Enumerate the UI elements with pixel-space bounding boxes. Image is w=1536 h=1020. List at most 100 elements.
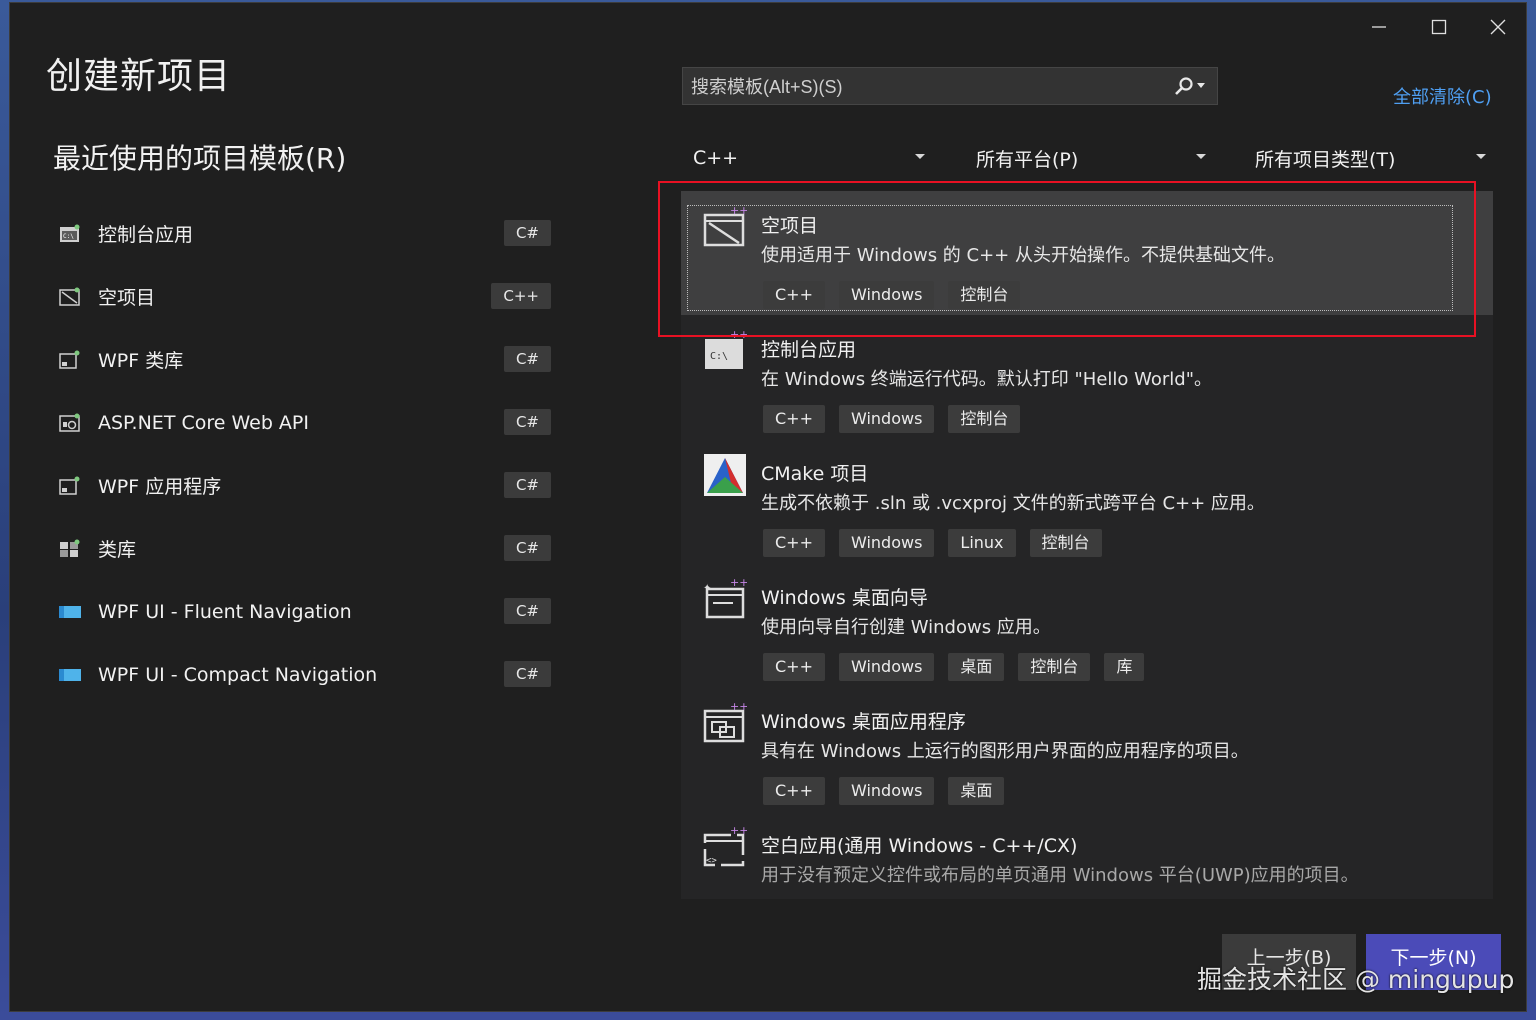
template-tags: C++ Windows Linux 控制台 [763, 529, 1102, 557]
tag: Linux [948, 529, 1016, 557]
language-filter-dropdown[interactable]: C++ [693, 143, 925, 173]
template-item[interactable]: C:\ ++ 控制台应用 在 Windows 终端运行代码。默认打印 "Hello… [681, 315, 1493, 439]
tag: C++ [763, 405, 825, 433]
next-button[interactable]: 下一步(N) [1366, 934, 1501, 990]
language-badge: C# [503, 598, 551, 624]
page-title: 创建新项目 [46, 56, 232, 97]
project-type-filter-value: 所有项目类型(T) [1255, 148, 1396, 171]
language-badge: C++ [491, 283, 551, 309]
tag: Windows [838, 529, 935, 557]
recent-templates-title: 最近使用的项目模板(R) [53, 142, 347, 175]
language-badge: C# [503, 535, 551, 561]
recent-item[interactable]: 空项目 C++ [54, 265, 554, 328]
recent-item[interactable]: 类库 C# [54, 517, 554, 580]
create-project-dialog: 创建新项目 最近使用的项目模板(R) C:\ 控制台应用 C# 空项目 C++ … [9, 2, 1527, 1012]
svg-text:C:\: C:\ [710, 351, 728, 362]
wpf-ui-icon [58, 601, 82, 623]
template-tags: C++ Windows 桌面 [763, 777, 1005, 805]
language-filter-value: C++ [693, 147, 739, 169]
template-title: 控制台应用 [761, 339, 857, 361]
minimize-icon [1372, 26, 1386, 28]
recent-item[interactable]: WPF 类库 C# [54, 328, 554, 391]
template-description: 在 Windows 终端运行代码。默认打印 "Hello World"。 [761, 369, 1213, 390]
cmake-icon [704, 454, 746, 496]
template-description: 生成不依赖于 .sln 或 .vcxproj 文件的新式跨平台 C++ 应用。 [761, 493, 1265, 514]
template-item[interactable]: CMake 项目 生成不依赖于 .sln 或 .vcxproj 文件的新式跨平台… [681, 439, 1493, 563]
template-results-list: ++ 空项目 使用适用于 Windows 的 C++ 从头开始操作。不提供基础文… [681, 191, 1493, 899]
language-badge: C# [503, 346, 551, 372]
tag: Windows [838, 653, 935, 681]
tag: C++ [763, 281, 825, 309]
tag: 控制台 [1029, 529, 1102, 557]
recent-item[interactable]: WPF UI - Fluent Navigation C# [54, 580, 554, 643]
svg-text:++: ++ [730, 701, 747, 713]
tag: Windows [838, 281, 935, 309]
tag: C++ [763, 777, 825, 805]
template-description: 使用向导自行创建 Windows 应用。 [761, 617, 1051, 638]
recent-item[interactable]: C:\ 控制台应用 C# [54, 202, 554, 265]
platform-filter-dropdown[interactable]: 所有平台(P) [976, 143, 1206, 173]
language-badge: C# [503, 220, 551, 246]
recent-templates-list: C:\ 控制台应用 C# 空项目 C++ WPF 类库 C# ASP.NET C… [54, 202, 554, 706]
recent-item-label: 控制台应用 [98, 224, 194, 246]
tag: 控制台 [948, 281, 1021, 309]
desktop-wizard-icon: ✦ ++ [703, 577, 747, 619]
template-item[interactable]: ++ 空项目 使用适用于 Windows 的 C++ 从头开始操作。不提供基础文… [681, 191, 1493, 315]
maximize-icon [1431, 19, 1447, 35]
template-item[interactable]: ✦ ++ Windows 桌面向导 使用向导自行创建 Windows 应用。 C+… [681, 563, 1493, 687]
template-description: 使用适用于 Windows 的 C++ 从头开始操作。不提供基础文件。 [761, 245, 1285, 266]
recent-item-label: ASP.NET Core Web API [98, 411, 309, 434]
tag: 桌面 [948, 653, 1005, 681]
svg-text:++: ++ [730, 577, 747, 589]
recent-item[interactable]: WPF UI - Compact Navigation C# [54, 643, 554, 706]
template-description: 具有在 Windows 上运行的图形用户界面的应用程序的项目。 [761, 741, 1249, 762]
svg-text:++: ++ [730, 329, 747, 341]
tag: 控制台 [948, 405, 1021, 433]
wpf-app-icon [58, 475, 82, 497]
svg-text:<>: <> [706, 856, 717, 866]
recent-item[interactable]: ASP.NET Core Web API C# [54, 391, 554, 454]
console-app-icon: C:\ [58, 223, 82, 245]
template-title: 空白应用(通用 Windows - C++/CX) [761, 835, 1078, 857]
tag: Windows [838, 777, 935, 805]
template-tags: C++ Windows 桌面 控制台 库 [763, 653, 1145, 681]
search-box [682, 67, 1218, 106]
recent-item-label: WPF UI - Fluent Navigation [98, 600, 352, 623]
template-item[interactable]: <> ++ 空白应用(通用 Windows - C++/CX) 用于没有预定义控件… [681, 811, 1493, 899]
template-tags: C++ Windows 控制台 [763, 405, 1021, 433]
close-icon [1490, 19, 1506, 35]
search-options-button[interactable] [1174, 76, 1205, 96]
recent-item-label: WPF 应用程序 [98, 476, 222, 498]
svg-text:++: ++ [730, 825, 747, 837]
template-item[interactable]: ++ Windows 桌面应用程序 具有在 Windows 上运行的图形用户界面… [681, 687, 1493, 811]
project-type-filter-dropdown[interactable]: 所有项目类型(T) [1255, 143, 1486, 173]
minimize-button[interactable] [1359, 9, 1399, 45]
web-api-icon [58, 412, 82, 434]
empty-project-icon: ++ [703, 205, 747, 247]
close-button[interactable] [1478, 9, 1518, 45]
chevron-down-icon [915, 154, 925, 159]
tag: C++ [763, 653, 825, 681]
desktop-app-icon: ++ [703, 701, 747, 743]
tag: 控制台 [1018, 653, 1091, 681]
recent-item[interactable]: WPF 应用程序 C# [54, 454, 554, 517]
svg-text:++: ++ [730, 205, 747, 217]
maximize-button[interactable] [1419, 9, 1459, 45]
template-title: Windows 桌面应用程序 [761, 711, 966, 733]
search-icon [1175, 77, 1193, 95]
language-badge: C# [503, 661, 551, 687]
search-input[interactable] [689, 68, 1163, 106]
uwp-app-icon: <> ++ [703, 825, 747, 867]
tag: Windows [838, 405, 935, 433]
template-title: CMake 项目 [761, 463, 869, 485]
recent-item-label: 空项目 [98, 287, 156, 309]
language-badge: C# [503, 409, 551, 435]
template-title: Windows 桌面向导 [761, 587, 928, 609]
recent-item-label: 类库 [98, 539, 137, 561]
back-button[interactable]: 上一步(B) [1222, 934, 1356, 990]
svg-text:✦: ✦ [703, 583, 711, 594]
template-description: 用于没有预定义控件或布局的单页通用 Windows 平台(UWP)应用的项目。 [761, 865, 1359, 886]
template-title: 空项目 [761, 215, 819, 237]
wpf-ui-icon [58, 664, 82, 686]
clear-all-link[interactable]: 全部清除(C) [1393, 83, 1492, 109]
